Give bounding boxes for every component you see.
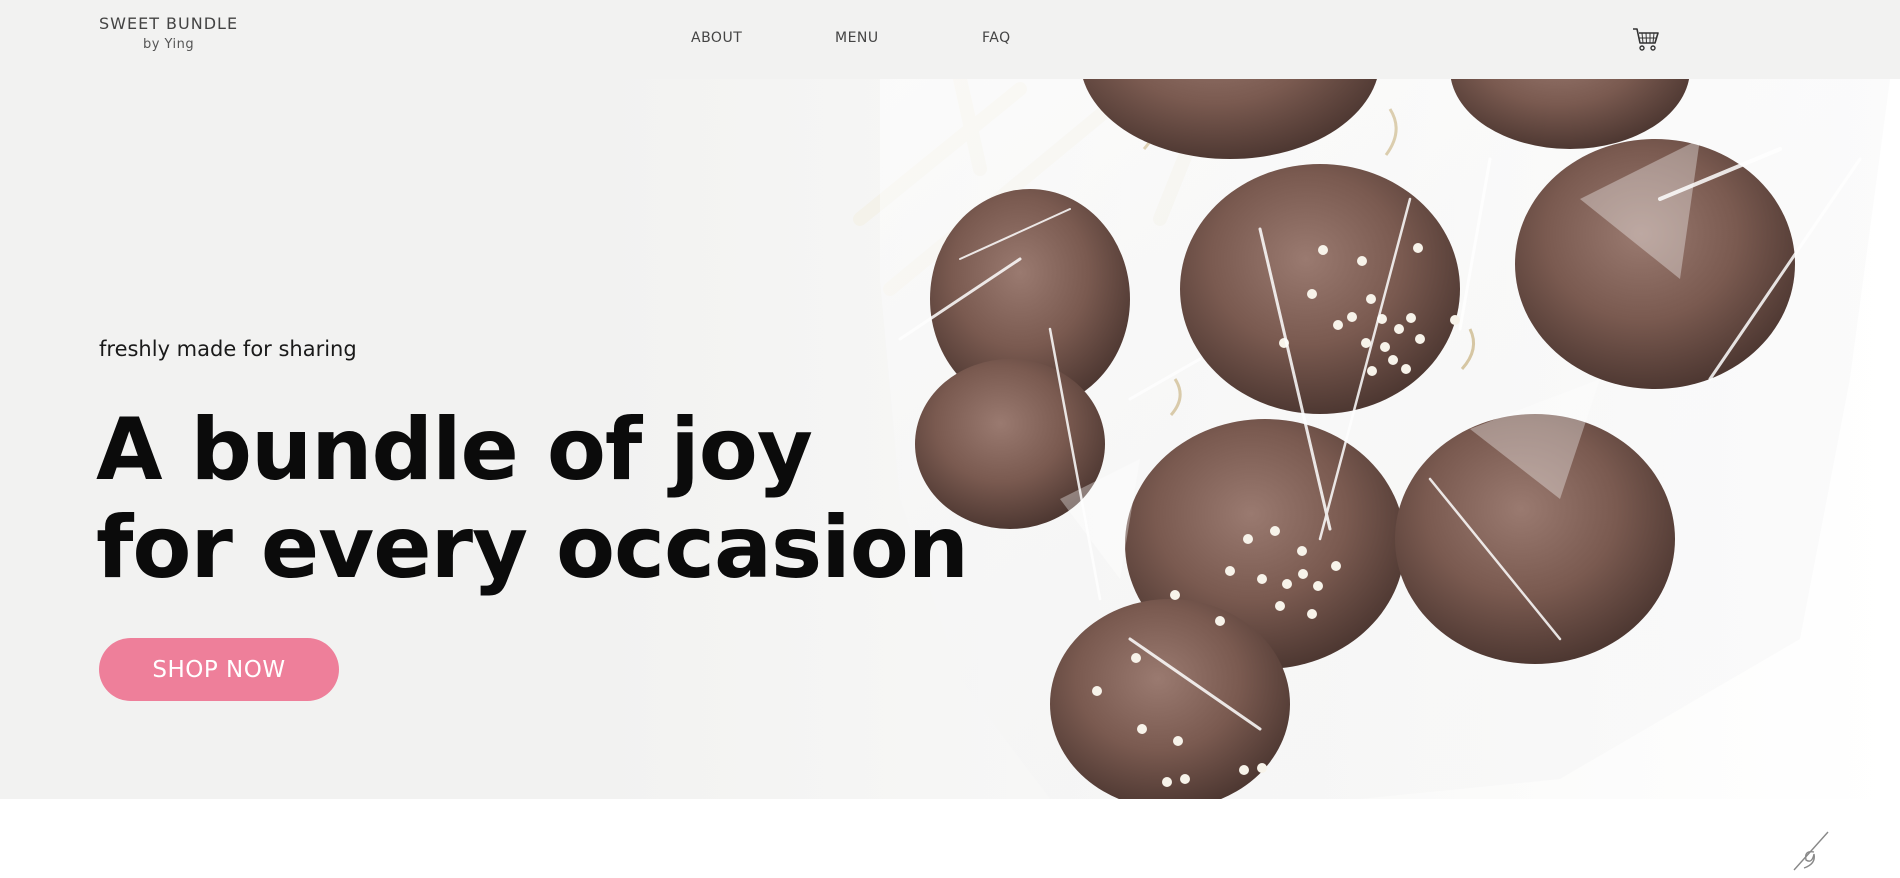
nav-link-menu[interactable]: MENU: [835, 30, 879, 46]
hero-headline-line-2: for every occasion: [96, 498, 969, 598]
hero-section: freshly made for sharing A bundle of joy…: [0, 79, 1900, 799]
decorative-swirl-icon: [1793, 831, 1829, 871]
brand-logo[interactable]: SWEET BUNDLE by Ying: [99, 14, 238, 52]
hero-headline-line-1: A bundle of joy: [96, 400, 813, 500]
hero-tagline: freshly made for sharing: [99, 337, 357, 361]
brand-title: SWEET BUNDLE: [99, 14, 239, 33]
hero-headline: A bundle of joy for every occasion: [96, 400, 969, 598]
cart-icon[interactable]: [1632, 26, 1660, 52]
shop-now-button[interactable]: SHOP NOW: [99, 638, 339, 701]
nav-link-faq[interactable]: FAQ: [982, 30, 1011, 46]
top-navigation-bar: SWEET BUNDLE by Ying ABOUT MENU FAQ: [0, 0, 1900, 79]
nav-link-about[interactable]: ABOUT: [691, 30, 742, 46]
brand-subtitle: by Ying: [142, 37, 195, 52]
